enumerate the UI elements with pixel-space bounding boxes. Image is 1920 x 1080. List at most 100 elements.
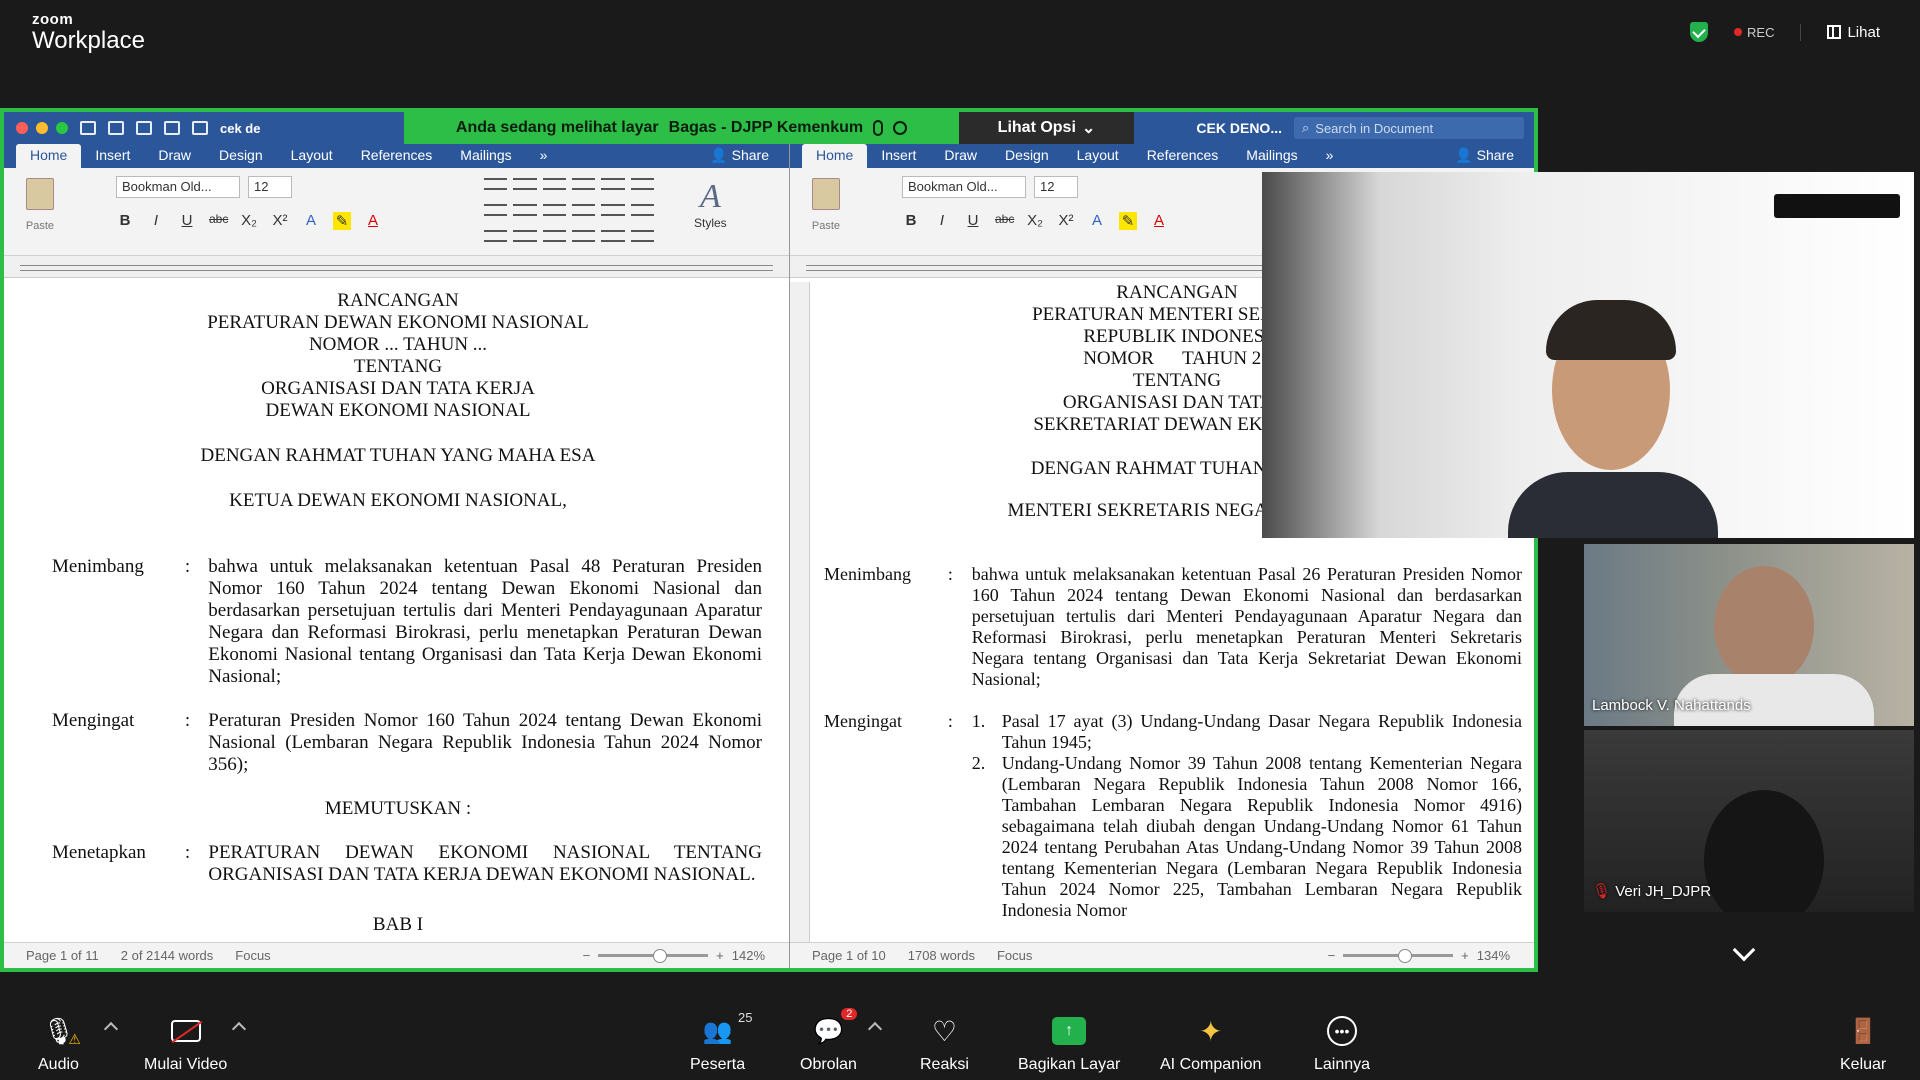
subscript-button[interactable]: X₂ [1026, 212, 1044, 230]
focus-button[interactable]: Focus [997, 948, 1032, 963]
tab-design[interactable]: Design [991, 144, 1063, 168]
page-count[interactable]: Page 1 of 11 [26, 948, 99, 963]
page-count[interactable]: Page 1 of 10 [812, 948, 886, 963]
audio-options-caret[interactable] [103, 1021, 119, 1037]
font-family-select[interactable]: Bookman Old... [902, 176, 1026, 198]
text-effects-icon[interactable]: A [302, 212, 320, 230]
tab-home[interactable]: Home [16, 144, 82, 168]
zoom-in-button[interactable]: + [716, 948, 724, 963]
leave-button[interactable]: 🚪 Keluar [1840, 1014, 1886, 1074]
superscript-button[interactable]: X² [271, 212, 289, 230]
horizontal-ruler[interactable] [4, 256, 789, 278]
styles-button[interactable]: A Styles [694, 178, 727, 230]
zoom-level[interactable]: 142% [732, 948, 765, 963]
document-page-left[interactable]: RANCANGAN PERATURAN DEWAN EKONOMI NASION… [22, 282, 774, 942]
tab-insert[interactable]: Insert [867, 144, 930, 168]
mengingat-label: Mengingat [824, 711, 902, 731]
chevron-down-icon[interactable] [1732, 938, 1756, 962]
reactions-button[interactable]: ♡ Reaksi [920, 1014, 969, 1074]
word-count[interactable]: 1708 words [908, 948, 975, 963]
tab-mailings[interactable]: Mailings [446, 144, 525, 168]
participants-button[interactable]: 👥 25 Peserta [690, 1010, 753, 1074]
zoom-slider[interactable] [598, 949, 709, 963]
share-button-left[interactable]: 👤 Share [710, 147, 769, 168]
minimize-window-button[interactable] [36, 122, 48, 134]
text-effects-icon[interactable]: A [1088, 212, 1106, 230]
focus-button[interactable]: Focus [235, 948, 270, 963]
tab-layout[interactable]: Layout [1063, 144, 1133, 168]
tab-mailings[interactable]: Mailings [1232, 144, 1311, 168]
strikethrough-button[interactable]: abc [209, 212, 228, 230]
font-family-select[interactable]: Bookman Old... [116, 176, 240, 198]
paste-button[interactable]: Paste [18, 178, 62, 242]
font-size-select[interactable]: 12 [248, 176, 292, 198]
share-label: Share [1476, 147, 1514, 163]
search-document-input[interactable]: ⌕ Search in Document [1294, 117, 1524, 139]
bold-button[interactable]: B [116, 212, 134, 230]
redo-icon[interactable] [164, 121, 180, 135]
tab-insert[interactable]: Insert [81, 144, 144, 168]
highlight-icon[interactable]: ✎ [1119, 212, 1137, 230]
presenter-status-icon [893, 121, 908, 135]
print-icon[interactable] [192, 121, 208, 135]
underline-button[interactable]: U [178, 212, 196, 230]
zoom-out-button[interactable]: − [583, 948, 591, 963]
view-options-button[interactable]: Lihat Opsi ⌄ [959, 112, 1134, 144]
tab-home[interactable]: Home [802, 144, 868, 168]
subscript-button[interactable]: X₂ [240, 212, 258, 230]
recording-indicator[interactable]: REC [1734, 25, 1774, 40]
start-video-button[interactable]: Mulai Video [144, 1014, 227, 1074]
italic-button[interactable]: I [933, 212, 951, 230]
italic-button[interactable]: I [147, 212, 165, 230]
more-tabs-button[interactable]: » [1312, 144, 1348, 168]
zoom-in-button[interactable]: + [1461, 948, 1469, 963]
close-window-button[interactable] [16, 122, 28, 134]
maximize-window-button[interactable] [56, 122, 68, 134]
home-icon[interactable] [80, 121, 96, 135]
security-shield-icon[interactable] [1690, 22, 1709, 42]
participant-tile[interactable]: Lambock V. Nahattands [1584, 544, 1914, 726]
undo-icon[interactable] [136, 121, 152, 135]
paragraph-controls[interactable] [484, 178, 654, 248]
chat-icon: 💬 2 [814, 1008, 858, 1048]
view-button[interactable]: Lihat [1800, 23, 1880, 41]
strikethrough-button[interactable]: abc [995, 212, 1014, 230]
speaker-hair [1546, 300, 1676, 360]
save-icon[interactable] [108, 121, 124, 135]
chat-options-caret[interactable] [867, 1021, 883, 1037]
ai-companion-button[interactable]: ✦ AI Companion [1160, 1014, 1261, 1074]
tab-references[interactable]: References [347, 144, 447, 168]
audio-button[interactable]: 🎙 ⚠ Audio [38, 1014, 81, 1074]
zoom-slider[interactable] [1343, 949, 1454, 963]
share-screen-button[interactable]: ↑ Bagikan Layar [1018, 1014, 1120, 1074]
paste-button[interactable]: Paste [804, 178, 848, 242]
underline-button[interactable]: U [964, 212, 982, 230]
tab-design[interactable]: Design [205, 144, 277, 168]
clipboard-icon [26, 178, 54, 210]
font-size-select[interactable]: 12 [1034, 176, 1078, 198]
video-options-caret[interactable] [231, 1021, 247, 1037]
font-color-icon[interactable]: A [1150, 212, 1168, 230]
tab-draw[interactable]: Draw [930, 144, 991, 168]
active-speaker-video[interactable] [1262, 172, 1914, 538]
word-count[interactable]: 2 of 2144 words [121, 948, 214, 963]
menetapkan-label: Menetapkan [52, 842, 146, 863]
chat-button[interactable]: 💬 2 Obrolan [800, 1008, 858, 1074]
highlight-icon[interactable]: ✎ [333, 212, 351, 230]
presenter-mic-icon [873, 120, 884, 136]
more-button[interactable]: ••• Lainnya [1314, 1014, 1370, 1074]
superscript-button[interactable]: X² [1057, 212, 1075, 230]
bold-button[interactable]: B [902, 212, 920, 230]
zoom-level[interactable]: 134% [1477, 948, 1510, 963]
more-tabs-button[interactable]: » [526, 144, 562, 168]
share-button-right[interactable]: 👤 Share [1455, 147, 1514, 168]
tab-layout[interactable]: Layout [277, 144, 347, 168]
vertical-ruler[interactable] [790, 282, 810, 942]
tab-draw[interactable]: Draw [144, 144, 205, 168]
mengingat-row: 2. Undang-Undang Nomor 39 Tahun 2008 ten… [824, 753, 1522, 921]
list-item-text: Pasal 17 ayat (3) Undang-Undang Dasar Ne… [1001, 711, 1522, 752]
tab-references[interactable]: References [1133, 144, 1233, 168]
participant-tile[interactable]: 🎙 Veri JH_DJPR [1584, 730, 1914, 912]
font-color-icon[interactable]: A [364, 212, 382, 230]
zoom-out-button[interactable]: − [1328, 948, 1336, 963]
